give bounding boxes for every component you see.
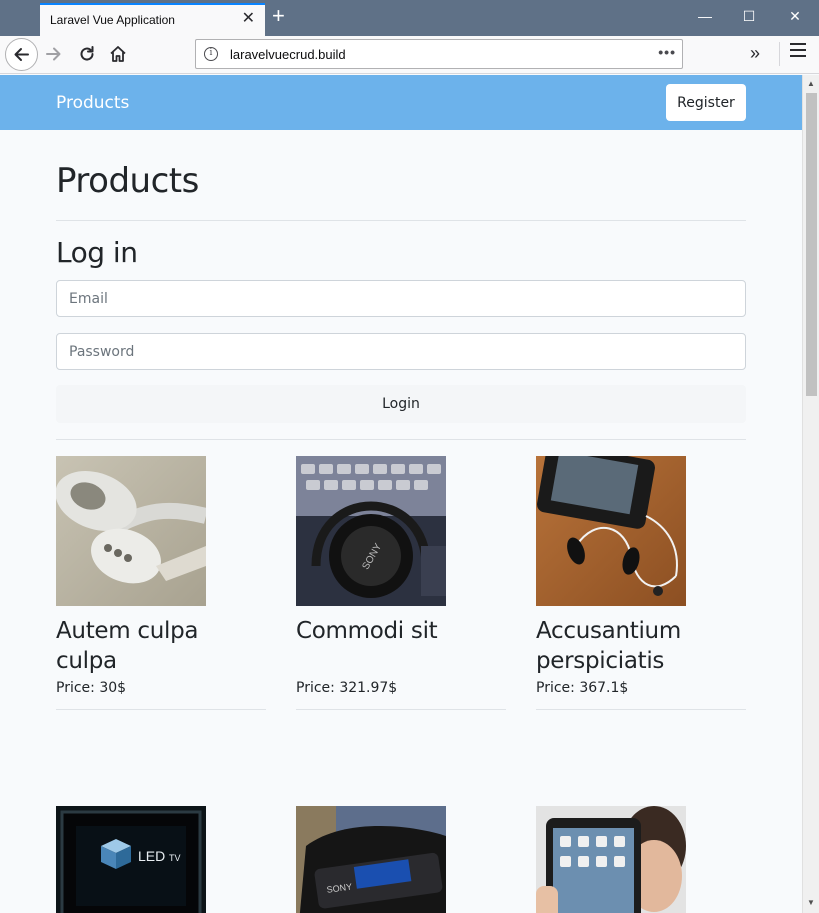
- product-price: Price: 367.1$: [536, 680, 629, 696]
- site-info-icon[interactable]: i: [204, 47, 218, 61]
- toolbar-divider: [779, 42, 780, 66]
- product-card: [536, 806, 746, 913]
- product-card: LED TV: [56, 806, 266, 913]
- close-window-button[interactable]: ✕: [785, 8, 805, 25]
- product-card: SONY: [296, 806, 506, 913]
- product-name: Accusantium perspiciatis: [536, 618, 681, 674]
- product-name: Autem culpa culpa: [56, 618, 199, 674]
- register-button[interactable]: Register: [666, 84, 746, 121]
- browser-tab[interactable]: Laravel Vue Application ✕: [40, 3, 265, 36]
- forward-arrow-icon: [46, 47, 61, 61]
- product-card: Accusantium perspiciatis Price: 367.1$: [536, 456, 746, 710]
- forward-button[interactable]: [42, 42, 66, 66]
- product-image-earphones[interactable]: [56, 456, 206, 606]
- divider: [56, 439, 746, 440]
- page-actions-icon[interactable]: •••: [658, 44, 676, 60]
- hamburger-menu-icon[interactable]: [790, 43, 806, 61]
- product-card: SONY Commodi sit Price: 321.97$: [296, 456, 506, 710]
- login-button[interactable]: Login: [56, 385, 746, 423]
- product-price: Price: 30$: [56, 680, 127, 696]
- home-button[interactable]: [106, 42, 130, 66]
- product-image-led-tv[interactable]: LED TV: [56, 806, 206, 913]
- password-field[interactable]: [56, 333, 746, 370]
- browser-titlebar: Laravel Vue Application ✕ + — ☐ ✕: [0, 0, 819, 36]
- reload-button[interactable]: [75, 42, 99, 66]
- product-card: Autem culpa culpa Price: 30$: [56, 456, 266, 710]
- product-image-tablet[interactable]: [536, 806, 686, 913]
- new-tab-button[interactable]: +: [272, 5, 285, 27]
- divider: [536, 709, 746, 710]
- email-field[interactable]: [56, 280, 746, 317]
- product-image-headphones[interactable]: SONY: [296, 456, 446, 606]
- tab-title: Laravel Vue Application: [50, 13, 175, 27]
- product-image-phone-earbuds[interactable]: [536, 456, 686, 606]
- maximize-button[interactable]: ☐: [739, 8, 759, 25]
- divider: [56, 220, 746, 221]
- login-heading: Log in: [56, 236, 138, 269]
- minimize-button[interactable]: —: [695, 8, 715, 24]
- overflow-menu-icon[interactable]: »: [750, 44, 760, 62]
- home-icon: [110, 46, 126, 62]
- vertical-scrollbar[interactable]: ▲ ▼: [802, 75, 819, 913]
- page-title: Products: [56, 161, 199, 201]
- product-image-mp3-player[interactable]: SONY: [296, 806, 446, 913]
- divider: [56, 709, 266, 710]
- scroll-down-icon[interactable]: ▼: [807, 898, 815, 907]
- app-navbar: Products Register: [0, 75, 802, 130]
- product-price: Price: 321.97$: [296, 680, 398, 696]
- brand-link[interactable]: Products: [56, 93, 129, 113]
- browser-navbar: i laravelvuecrud.build ••• »: [0, 36, 819, 74]
- back-arrow-icon: [14, 48, 29, 61]
- svg-text:LED: LED: [138, 848, 165, 864]
- page-viewport: Products Register Products Log in Login …: [0, 75, 802, 913]
- scrollbar-thumb[interactable]: [806, 93, 817, 396]
- url-bar[interactable]: i laravelvuecrud.build •••: [195, 39, 683, 69]
- svg-text:TV: TV: [169, 853, 181, 863]
- product-name: Commodi sit: [296, 618, 438, 644]
- tab-close-icon[interactable]: ✕: [242, 11, 255, 27]
- back-button[interactable]: [5, 38, 38, 71]
- reload-icon: [80, 46, 94, 61]
- url-text[interactable]: laravelvuecrud.build: [230, 47, 346, 62]
- scroll-up-icon[interactable]: ▲: [807, 79, 815, 88]
- divider: [296, 709, 506, 710]
